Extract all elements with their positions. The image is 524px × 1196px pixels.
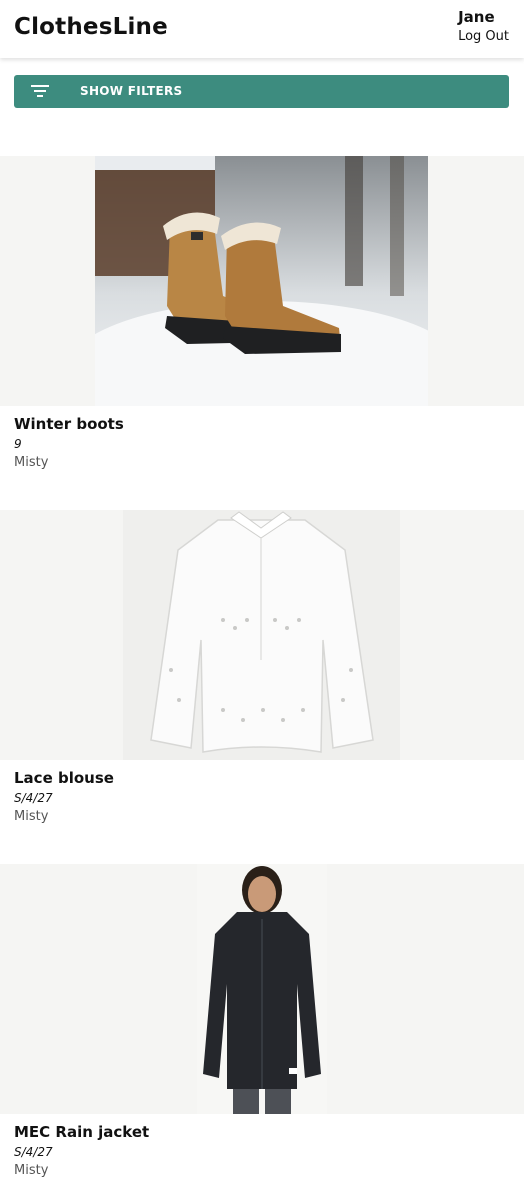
app-header: ClothesLine Jane Log Out xyxy=(0,0,524,58)
item-title[interactable]: Lace blouse xyxy=(14,769,114,787)
logout-link[interactable]: Log Out xyxy=(458,28,509,46)
filter-icon xyxy=(31,85,49,97)
item-owner: Misty xyxy=(14,1163,49,1178)
item-size: S/4/27 xyxy=(14,791,53,805)
item-image-area xyxy=(0,864,524,1114)
item-owner: Misty xyxy=(14,455,49,470)
user-menu: Jane Log Out xyxy=(458,8,509,46)
show-filters-label: SHOW FILTERS xyxy=(80,84,183,98)
item-image-area xyxy=(0,510,524,760)
rain-jacket-photo[interactable] xyxy=(197,864,327,1114)
user-name: Jane xyxy=(458,8,495,26)
item-card[interactable]: Lace blouse S/4/27 Misty xyxy=(0,510,524,830)
item-title[interactable]: MEC Rain jacket xyxy=(14,1123,149,1141)
item-size: S/4/27 xyxy=(14,1145,53,1159)
item-card[interactable]: MEC Rain jacket S/4/27 Misty xyxy=(0,864,524,1196)
show-filters-button[interactable]: SHOW FILTERS xyxy=(14,75,509,108)
lace-blouse-photo[interactable] xyxy=(123,510,400,760)
app-logo[interactable]: ClothesLine xyxy=(14,14,168,40)
item-card[interactable]: Winter boots 9 Misty xyxy=(0,156,524,476)
item-owner: Misty xyxy=(14,809,49,824)
winter-boots-photo[interactable] xyxy=(95,156,428,406)
item-size: 9 xyxy=(14,437,22,451)
item-image-area xyxy=(0,156,524,406)
item-title[interactable]: Winter boots xyxy=(14,415,124,433)
